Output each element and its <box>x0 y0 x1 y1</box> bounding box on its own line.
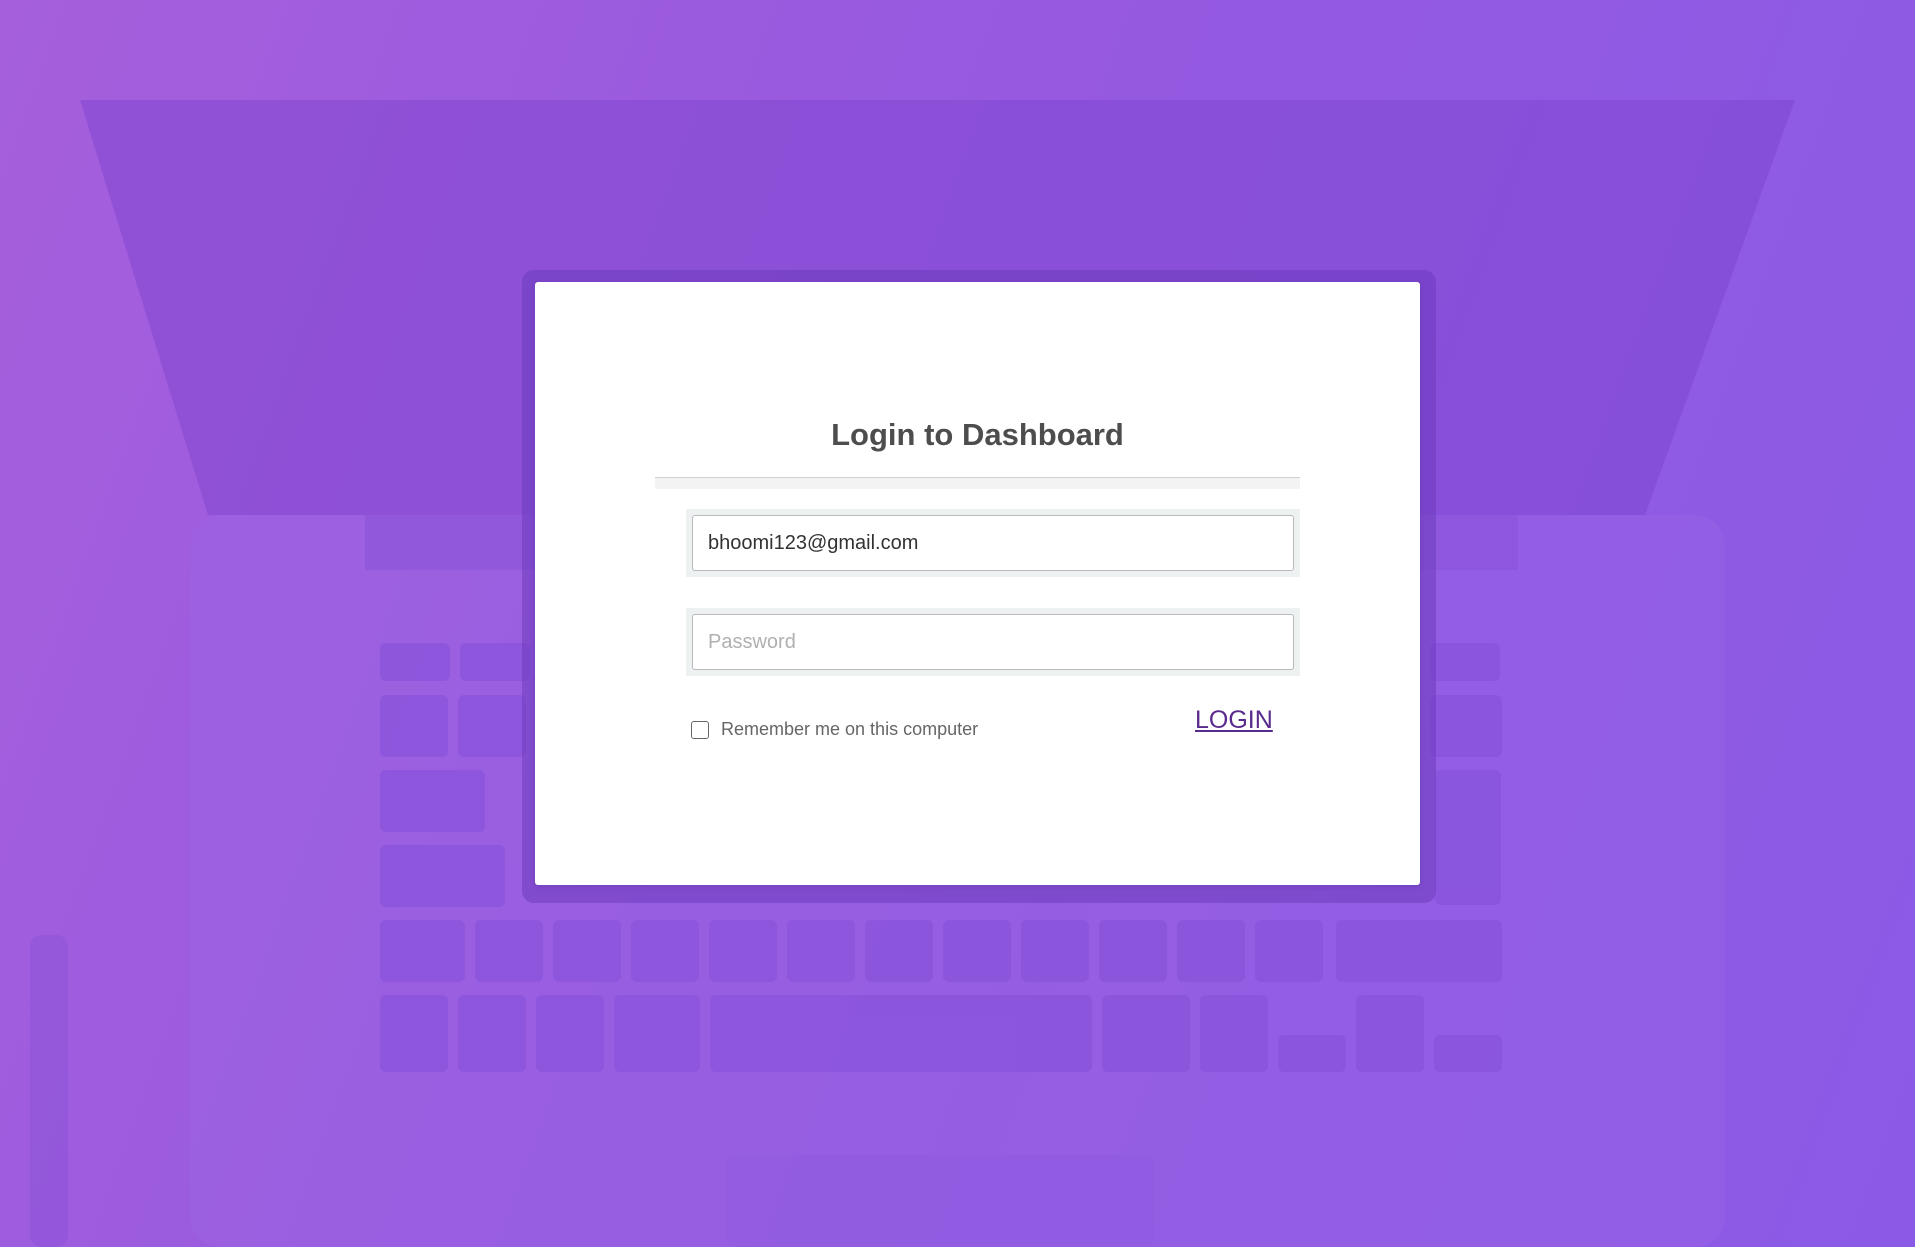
email-field[interactable] <box>692 515 1294 571</box>
login-card: Login to Dashboard Remember me on this c… <box>535 282 1420 885</box>
title-divider <box>655 477 1300 489</box>
password-field-wrapper <box>686 608 1300 676</box>
laptop-trackpad <box>725 1155 1155 1247</box>
remember-me-label[interactable]: Remember me on this computer <box>721 719 978 740</box>
password-field[interactable] <box>692 614 1294 670</box>
remember-me-checkbox[interactable] <box>691 720 709 739</box>
remember-me: Remember me on this computer <box>691 719 978 740</box>
pen <box>30 935 68 1247</box>
page-title: Login to Dashboard <box>831 417 1124 452</box>
email-field-wrapper <box>686 509 1300 577</box>
login-button[interactable]: LOGIN <box>1195 706 1273 735</box>
